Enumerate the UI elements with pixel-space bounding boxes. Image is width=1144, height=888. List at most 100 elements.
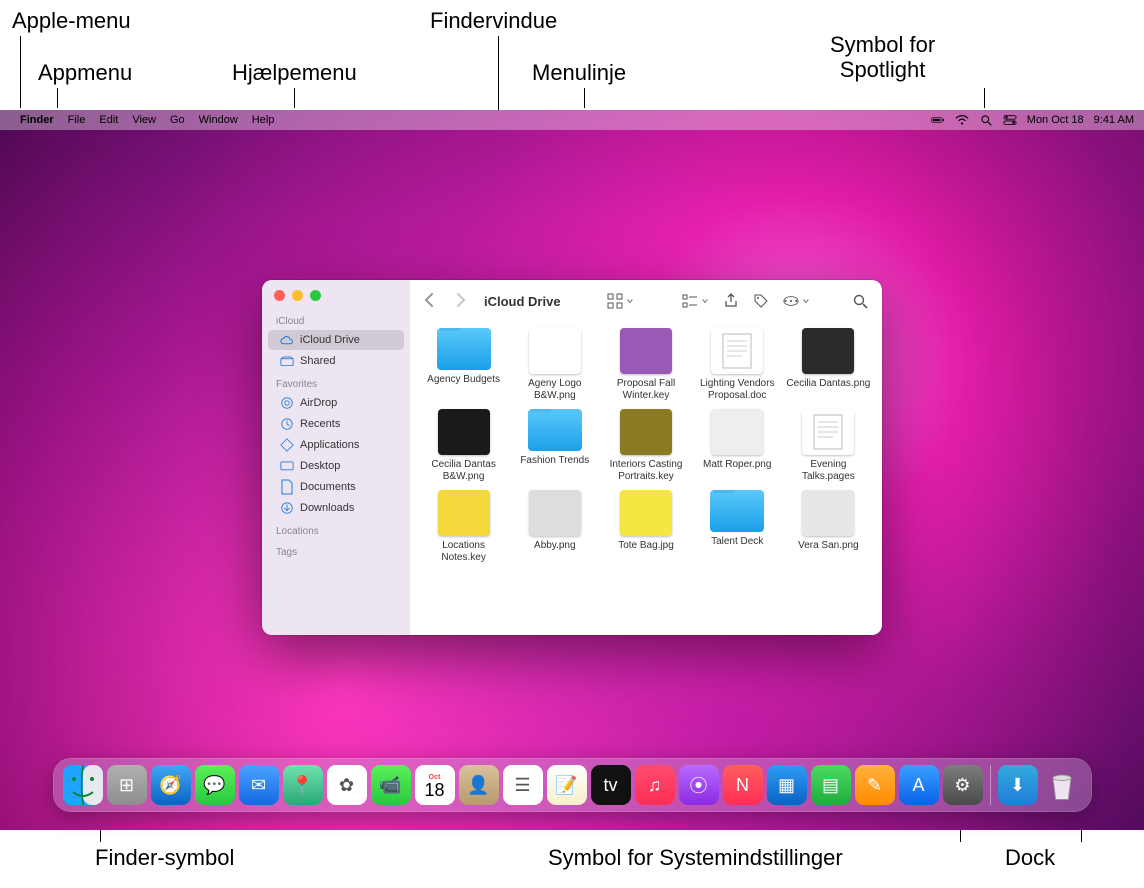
dock-maps[interactable]: 📍 <box>283 765 323 805</box>
view-icons-button[interactable] <box>605 291 636 311</box>
desktop-icon <box>280 459 294 473</box>
dock-keynote[interactable]: ▦ <box>767 765 807 805</box>
dock-app-store[interactable]: A <box>899 765 939 805</box>
menu-help[interactable]: Help <box>252 114 275 126</box>
sidebar-item-shared[interactable]: Shared <box>268 351 404 371</box>
dock-system-preferences[interactable]: ⚙︎ <box>943 765 983 805</box>
dock-safari[interactable]: 🧭 <box>151 765 191 805</box>
annotation-dock: Dock <box>1005 845 1055 870</box>
dock-reminders[interactable]: ☰ <box>503 765 543 805</box>
file-label: Interiors Casting Portraits.key <box>602 459 689 482</box>
annotation-spotlight: Symbol for Spotlight <box>830 32 935 83</box>
search-button[interactable] <box>850 291 870 311</box>
sidebar-item-airdrop[interactable]: AirDrop <box>268 393 404 413</box>
folder-icon <box>528 409 582 451</box>
menubar: Finder File Edit View Go Window Help Mon… <box>0 110 1144 130</box>
back-button[interactable] <box>422 292 438 311</box>
file-item[interactable]: Tote Bag.jpg <box>602 490 689 563</box>
dock-downloads[interactable]: ⬇︎ <box>998 765 1038 805</box>
file-item[interactable]: Abby.png <box>511 490 598 563</box>
file-item[interactable]: Interiors Casting Portraits.key <box>602 409 689 482</box>
dock-photos[interactable]: ✿ <box>327 765 367 805</box>
dock-pages[interactable]: ✎ <box>855 765 895 805</box>
menu-view[interactable]: View <box>132 114 156 126</box>
sidebar-item-downloads[interactable]: Downloads <box>268 498 404 518</box>
file-item[interactable]: Talent Deck <box>694 490 781 563</box>
file-item[interactable]: Matt Roper.png <box>694 409 781 482</box>
sidebar-section-label: Locations <box>262 524 410 539</box>
sidebar-item-desktop[interactable]: Desktop <box>268 456 404 476</box>
window-minimize-button[interactable] <box>292 290 303 301</box>
file-thumbnail <box>711 328 763 374</box>
menubar-date[interactable]: Mon Oct 18 <box>1027 114 1084 126</box>
dock-notes[interactable]: 📝 <box>547 765 587 805</box>
file-item[interactable]: Cecilia Dantas B&W.png <box>420 409 507 482</box>
menu-edit[interactable]: Edit <box>99 114 118 126</box>
file-item[interactable]: Lighting Vendors Proposal.doc <box>694 328 781 401</box>
dock-music[interactable]: ♫ <box>635 765 675 805</box>
dock-facetime[interactable]: 📹 <box>371 765 411 805</box>
file-thumbnail <box>438 409 490 455</box>
sidebar-item-label: Recents <box>300 418 340 430</box>
file-item[interactable]: Locations Notes.key <box>420 490 507 563</box>
annotation-finder-window: Findervindue <box>430 8 557 33</box>
dock-separator <box>990 765 991 805</box>
file-label: Cecilia Dantas.png <box>786 378 870 390</box>
cloud-icon <box>280 333 294 347</box>
forward-button[interactable] <box>452 292 468 311</box>
sidebar-item-label: Applications <box>300 439 359 451</box>
file-item[interactable]: Ageny Logo B&W.png <box>511 328 598 401</box>
window-close-button[interactable] <box>274 290 285 301</box>
dock-contacts[interactable]: 👤 <box>459 765 499 805</box>
folder-icon <box>710 490 764 532</box>
sidebar-item-recents[interactable]: Recents <box>268 414 404 434</box>
file-thumbnail <box>802 328 854 374</box>
file-item[interactable]: Proposal Fall Winter.key <box>602 328 689 401</box>
file-label: Cecilia Dantas B&W.png <box>420 459 507 482</box>
shared-icon <box>280 354 294 368</box>
control-center-icon[interactable] <box>1003 114 1017 126</box>
wifi-icon[interactable] <box>955 114 969 126</box>
dock-podcasts[interactable]: ⦿ <box>679 765 719 805</box>
finder-toolbar: iCloud Drive <box>410 280 882 322</box>
sidebar-item-label: iCloud Drive <box>300 334 360 346</box>
window-zoom-button[interactable] <box>310 290 321 301</box>
file-item[interactable]: Agency Budgets <box>420 328 507 401</box>
dock-numbers[interactable]: ▤ <box>811 765 851 805</box>
sidebar-item-documents[interactable]: Documents <box>268 477 404 497</box>
dock-messages[interactable]: 💬 <box>195 765 235 805</box>
file-item[interactable]: Cecilia Dantas.png <box>785 328 872 401</box>
file-item[interactable]: Evening Talks.pages <box>785 409 872 482</box>
file-label: Lighting Vendors Proposal.doc <box>694 378 781 401</box>
spotlight-icon[interactable] <box>979 114 993 126</box>
share-button[interactable] <box>721 291 741 311</box>
sidebar-item-label: Downloads <box>300 502 354 514</box>
file-item[interactable]: Fashion Trends <box>511 409 598 482</box>
file-label: Talent Deck <box>711 536 763 548</box>
sidebar-item-icloud-drive[interactable]: iCloud Drive <box>268 330 404 350</box>
sidebar-section-label: Favorites <box>262 377 410 392</box>
dock-finder[interactable] <box>63 765 103 805</box>
app-menu[interactable]: Finder <box>20 114 54 126</box>
tags-button[interactable] <box>751 291 771 311</box>
menubar-time[interactable]: 9:41 AM <box>1094 114 1134 126</box>
file-thumbnail <box>802 409 854 455</box>
dock-trash[interactable] <box>1042 765 1082 805</box>
sidebar-item-label: AirDrop <box>300 397 337 409</box>
battery-icon[interactable] <box>931 114 945 126</box>
file-item[interactable]: Vera San.png <box>785 490 872 563</box>
menu-window[interactable]: Window <box>199 114 238 126</box>
menu-go[interactable]: Go <box>170 114 185 126</box>
annotation-sysprefs-icon: Symbol for Systemindstillinger <box>548 845 843 870</box>
dock-news[interactable]: N <box>723 765 763 805</box>
action-button[interactable] <box>781 291 812 311</box>
dock-tv[interactable]: tv <box>591 765 631 805</box>
dock-calendar[interactable]: Oct18 <box>415 765 455 805</box>
file-thumbnail <box>620 328 672 374</box>
sidebar-item-applications[interactable]: Applications <box>268 435 404 455</box>
dock-mail[interactable]: ✉︎ <box>239 765 279 805</box>
menu-file[interactable]: File <box>68 114 86 126</box>
doc-icon <box>280 480 294 494</box>
dock-launchpad[interactable]: ⊞ <box>107 765 147 805</box>
group-button[interactable] <box>680 291 711 311</box>
